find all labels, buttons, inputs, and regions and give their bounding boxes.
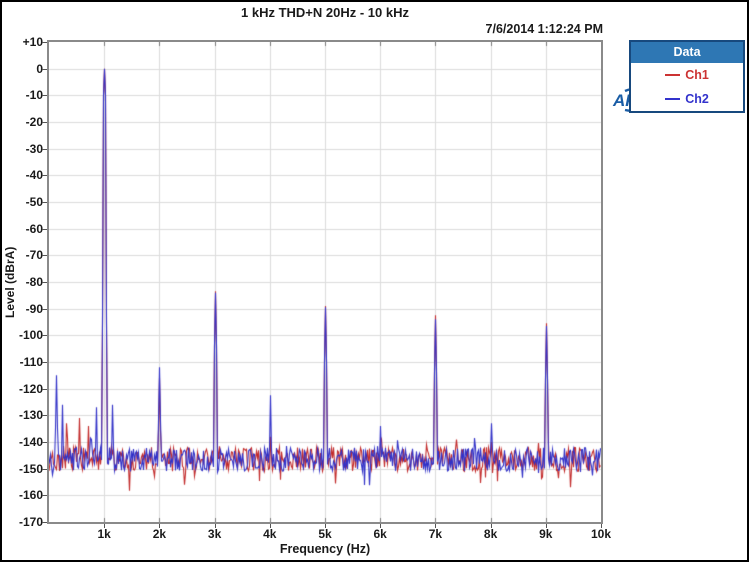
legend-item-ch1[interactable]: Ch1 (631, 63, 743, 87)
y-tick-label: -100 (2, 328, 43, 342)
legend-label-ch1: Ch1 (685, 68, 709, 82)
y-tick-mark (42, 309, 47, 310)
y-tick-label: -120 (2, 382, 43, 396)
y-tick-mark (42, 175, 47, 176)
ch1-line-swatch (665, 74, 680, 76)
x-tick-mark (380, 524, 381, 528)
x-tick-mark (491, 524, 492, 528)
y-tick-label: -30 (2, 142, 43, 156)
x-tick-label: 3k (193, 527, 237, 541)
y-tick-mark (42, 255, 47, 256)
x-tick-mark (601, 524, 602, 528)
y-tick-mark (42, 69, 47, 70)
x-tick-label: 9k (524, 527, 568, 541)
y-tick-label: -130 (2, 408, 43, 422)
chart-title: 1 kHz THD+N 20Hz - 10 kHz (47, 5, 603, 20)
legend-label-ch2: Ch2 (685, 92, 709, 106)
y-tick-mark (42, 95, 47, 96)
legend-header: Data (631, 42, 743, 63)
x-tick-label: 6k (358, 527, 402, 541)
y-tick-label: -110 (2, 355, 43, 369)
y-tick-mark (42, 495, 47, 496)
y-tick-label: -170 (2, 515, 43, 529)
y-tick-label: +10 (2, 35, 43, 49)
x-tick-label: 2k (137, 527, 181, 541)
y-tick-label: -40 (2, 168, 43, 182)
y-tick-mark (42, 442, 47, 443)
y-tick-mark (42, 469, 47, 470)
x-tick-label: 5k (303, 527, 347, 541)
y-tick-mark (42, 149, 47, 150)
y-tick-mark (42, 202, 47, 203)
x-tick-mark (104, 524, 105, 528)
x-tick-mark (270, 524, 271, 528)
y-tick-label: 0 (2, 62, 43, 76)
x-tick-label: 7k (413, 527, 457, 541)
y-tick-label: -160 (2, 488, 43, 502)
x-tick-mark (215, 524, 216, 528)
timestamp: 7/6/2014 1:12:24 PM (382, 22, 603, 36)
x-axis-title: Frequency (Hz) (47, 542, 603, 556)
x-tick-label: 8k (469, 527, 513, 541)
y-tick-label: -20 (2, 115, 43, 129)
y-tick-mark (42, 229, 47, 230)
y-tick-label: -80 (2, 275, 43, 289)
x-tick-mark (325, 524, 326, 528)
y-tick-mark (42, 415, 47, 416)
x-tick-label: 4k (248, 527, 292, 541)
y-tick-mark (42, 282, 47, 283)
x-tick-mark (546, 524, 547, 528)
x-tick-label: 10k (579, 527, 623, 541)
y-tick-label: -10 (2, 88, 43, 102)
y-tick-mark (42, 362, 47, 363)
x-tick-mark (435, 524, 436, 528)
y-tick-label: -70 (2, 248, 43, 262)
ch2-line-swatch (665, 98, 680, 100)
y-tick-label: -150 (2, 462, 43, 476)
y-tick-label: -140 (2, 435, 43, 449)
chart-figure: 1 kHz THD+N 20Hz - 10 kHz 7/6/2014 1:12:… (0, 0, 749, 562)
y-tick-label: -50 (2, 195, 43, 209)
y-tick-label: -90 (2, 302, 43, 316)
legend-box: Data Ch1 Ch2 (629, 40, 745, 113)
y-tick-mark (42, 335, 47, 336)
legend-item-ch2[interactable]: Ch2 (631, 87, 743, 111)
y-tick-mark (42, 522, 47, 523)
y-tick-mark (42, 389, 47, 390)
x-tick-mark (159, 524, 160, 528)
spectrum-trace-canvas (49, 42, 601, 522)
y-tick-mark (42, 42, 47, 43)
y-tick-mark (42, 122, 47, 123)
x-tick-label: 1k (82, 527, 126, 541)
plot-area[interactable]: AP (47, 40, 603, 524)
y-tick-label: -60 (2, 222, 43, 236)
